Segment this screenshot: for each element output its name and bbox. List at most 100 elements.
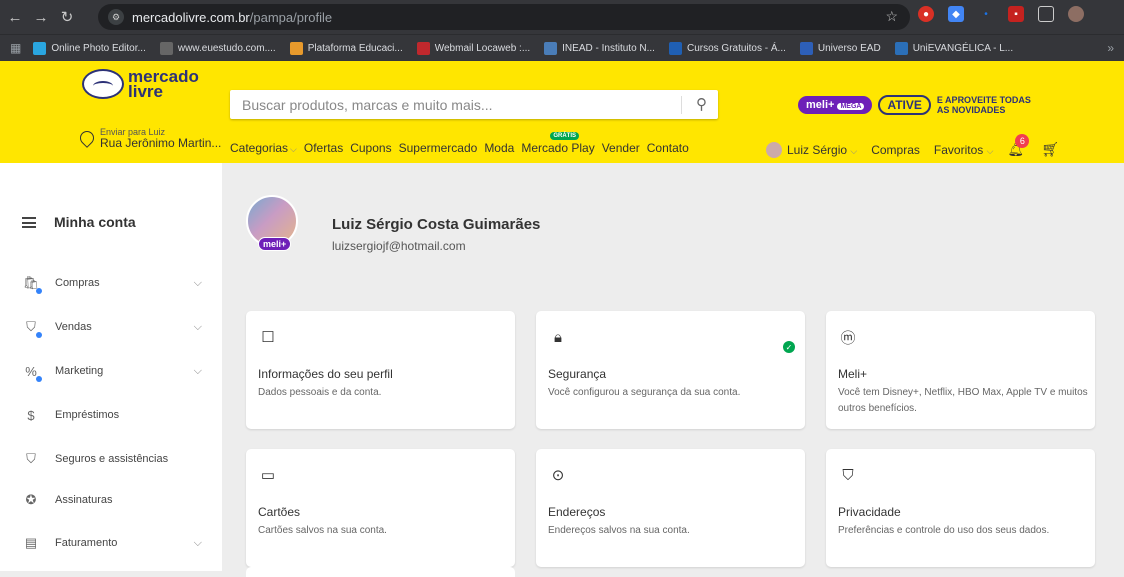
- invoice-icon: ▤: [24, 535, 38, 550]
- notification-dot: [36, 376, 42, 382]
- card-title: Cartões: [258, 505, 301, 519]
- site-info-icon[interactable]: ⚙: [108, 9, 124, 25]
- card-description: Você tem Disney+, Netflix, HBO Max, Appl…: [838, 387, 1088, 414]
- card-icon: ▭: [260, 467, 276, 484]
- money-hand-icon: $: [27, 407, 35, 423]
- search-icon[interactable]: ⚲: [696, 95, 707, 113]
- profile-card[interactable]: ▭ Cartões Cartões salvos na sua conta.: [246, 449, 515, 567]
- nav-mercado-play[interactable]: GRÁTIS Mercado Play: [521, 132, 595, 155]
- reload-icon[interactable]: ↻: [56, 6, 78, 28]
- favicon-icon: [544, 41, 558, 55]
- card-title: Informações do seu perfil: [258, 367, 393, 381]
- bookmark-item[interactable]: www.euestudo.com....: [159, 41, 276, 55]
- nav-supermercado[interactable]: Supermercado: [399, 141, 478, 155]
- extension-icon[interactable]: ●: [918, 6, 934, 22]
- nav-moda[interactable]: Moda: [484, 141, 514, 155]
- bookmark-item[interactable]: Universo EAD: [799, 41, 881, 55]
- puzzle-icon[interactable]: [1038, 6, 1054, 22]
- search-input[interactable]: [230, 90, 670, 119]
- account-sidebar: Minha conta 🛍︎ Compras ⌵ ⛉ Vendas ⌵% Marketing…: [0, 163, 222, 571]
- compras-link[interactable]: Compras: [871, 143, 920, 157]
- bookmarks-bar: ▦ Online Photo Editor... www.euestudo.com…: [0, 34, 1124, 61]
- sidebar-item-compras[interactable]: 🛍︎ Compras ⌵: [22, 271, 208, 295]
- extension-icon[interactable]: ◆: [948, 6, 964, 22]
- sidebar-item-assinaturas[interactable]: ✪ Assinaturas: [22, 488, 208, 512]
- card-partial: [246, 567, 515, 577]
- user-avatar[interactable]: [766, 141, 782, 158]
- profile-card[interactable]: 🔒︎ ✓ Segurança Você configurou a segurança …: [536, 311, 805, 429]
- url-path: /pampa/profile: [249, 9, 333, 25]
- notification-dot: [36, 332, 42, 338]
- lock-icon: 🔒︎: [554, 328, 562, 346]
- sidebar-item-seguros[interactable]: ⛉ Seguros e assistências: [22, 447, 208, 471]
- card-title: Segurança: [548, 367, 607, 381]
- chevron-down-icon: ⌵: [850, 145, 858, 156]
- card-title: Endereços: [548, 505, 606, 519]
- profile-card[interactable]: ⊙ Endereços Endereços salvos na sua conta.: [536, 449, 805, 567]
- profile-card[interactable]: ⛉ Privacidade Preferências e controle do u…: [826, 449, 1095, 567]
- favicon-icon: [33, 41, 47, 55]
- profile-avatar[interactable]: [1068, 6, 1084, 22]
- bookmark-item[interactable]: Online Photo Editor...: [33, 41, 146, 55]
- bookmark-item[interactable]: Cursos Gratuitos - Á...: [668, 41, 786, 55]
- notification-count: 6: [1015, 133, 1030, 148]
- sidebar-item-label: Faturamento: [55, 537, 118, 549]
- notification-dot: [36, 288, 42, 294]
- sidebar-item-label: Assinaturas: [55, 494, 113, 506]
- profile-photo[interactable]: meli+: [246, 195, 298, 251]
- nav-ofertas[interactable]: Ofertas: [304, 141, 343, 155]
- favicon-icon: [894, 41, 908, 55]
- bookmark-star-icon[interactable]: ☆: [885, 8, 898, 25]
- extension-icon[interactable]: ▪: [1008, 6, 1024, 22]
- favoritos-menu[interactable]: Favoritos ⌵: [934, 143, 994, 157]
- chevron-down-icon: ⌵: [193, 536, 202, 549]
- meli-plus-promo-banner[interactable]: meli+ MEGA ATIVE E APROVEITE TODAS AS NOVI…: [798, 92, 1058, 118]
- star-badge-icon: ✪: [25, 492, 37, 507]
- cart-icon[interactable]: 🛒︎: [1041, 141, 1059, 158]
- card-description: Preferências e controle do uso dos seus …: [838, 525, 1050, 536]
- sidebar-item-faturamento[interactable]: ▤ Faturamento ⌵: [22, 531, 208, 555]
- bookmark-item[interactable]: INEAD - Instituto N...: [544, 41, 655, 55]
- profile-card[interactable]: ☐ Informações do seu perfil Dados pessoais…: [246, 311, 515, 429]
- bookmark-item[interactable]: Plataforma Educaci...: [289, 41, 403, 55]
- profile-card[interactable]: ⓜ Meli+ Você tem Disney+, Netflix, HBO Max…: [826, 311, 1095, 429]
- user-menu[interactable]: Luiz Sérgio ⌵: [787, 143, 857, 157]
- search-box: ⚲: [230, 90, 718, 119]
- card-description: Dados pessoais e da conta.: [258, 387, 382, 398]
- nav-contato[interactable]: Contato: [647, 141, 689, 155]
- promo-text: E APROVEITE TODAS AS NOVIDADES: [936, 95, 1031, 115]
- bookmark-item[interactable]: Webmail Locaweb :...: [416, 41, 530, 55]
- sidebar-item-marketing[interactable]: % Marketing ⌵: [22, 359, 208, 383]
- sidebar-item-emprestimos[interactable]: $ Empréstimos: [22, 403, 208, 427]
- sidebar-item-label: Compras: [55, 277, 100, 289]
- profile-main: meli+ Luiz Sérgio Costa Guimarães luizse…: [222, 163, 1124, 577]
- location-pin-icon: ⊙: [551, 467, 565, 484]
- chevron-down-icon: ⌵: [193, 364, 202, 377]
- nav-categorias[interactable]: Categorias ⌵: [230, 141, 297, 155]
- sidebar-item-label: Seguros e assistências: [55, 453, 169, 465]
- nav-vender[interactable]: Vender: [602, 141, 640, 155]
- more-bookmarks-icon[interactable]: »: [1107, 41, 1114, 55]
- sidebar-item-label: Vendas: [55, 321, 92, 333]
- meli-plus-badge: meli+ MEGA: [798, 96, 873, 114]
- user-nav: Luiz Sérgio ⌵ Compras Favoritos ⌵ 🔔︎ 6 🛒︎: [766, 133, 1059, 158]
- menu-icon[interactable]: [22, 216, 36, 228]
- back-icon[interactable]: ←: [4, 6, 26, 28]
- delivery-location[interactable]: Enviar para Luiz Rua Jerônimo Martin...: [77, 127, 221, 150]
- bookmark-item[interactable]: UniEVANGÉLICA - L...: [894, 41, 1013, 55]
- apps-grid-icon[interactable]: ▦: [10, 41, 21, 55]
- sidebar-item-vendas[interactable]: ⛉ Vendas ⌵: [22, 315, 208, 339]
- url-host: mercadolivre.com.br: [132, 9, 250, 25]
- favicon-icon: [668, 41, 682, 55]
- gratis-badge: GRÁTIS: [550, 132, 580, 140]
- profile-email: luizsergiojf@hotmail.com: [332, 239, 466, 253]
- notifications-bell-icon[interactable]: 🔔︎ 6: [1007, 133, 1030, 158]
- forward-icon[interactable]: →: [30, 6, 52, 28]
- extension-icon[interactable]: •: [978, 6, 994, 22]
- bookmark-list: Online Photo Editor... www.euestudo.com..…: [33, 41, 1027, 55]
- nav-cupons[interactable]: Cupons: [350, 141, 391, 155]
- main-nav: Categorias ⌵ Ofertas Cupons Supermercado …: [230, 132, 696, 155]
- card-title: Meli+: [838, 367, 868, 381]
- address-bar[interactable]: ⚙ mercadolivre.com.br/pampa/profile ☆: [98, 4, 910, 30]
- mercado-livre-logo[interactable]: mercado livre: [82, 68, 199, 105]
